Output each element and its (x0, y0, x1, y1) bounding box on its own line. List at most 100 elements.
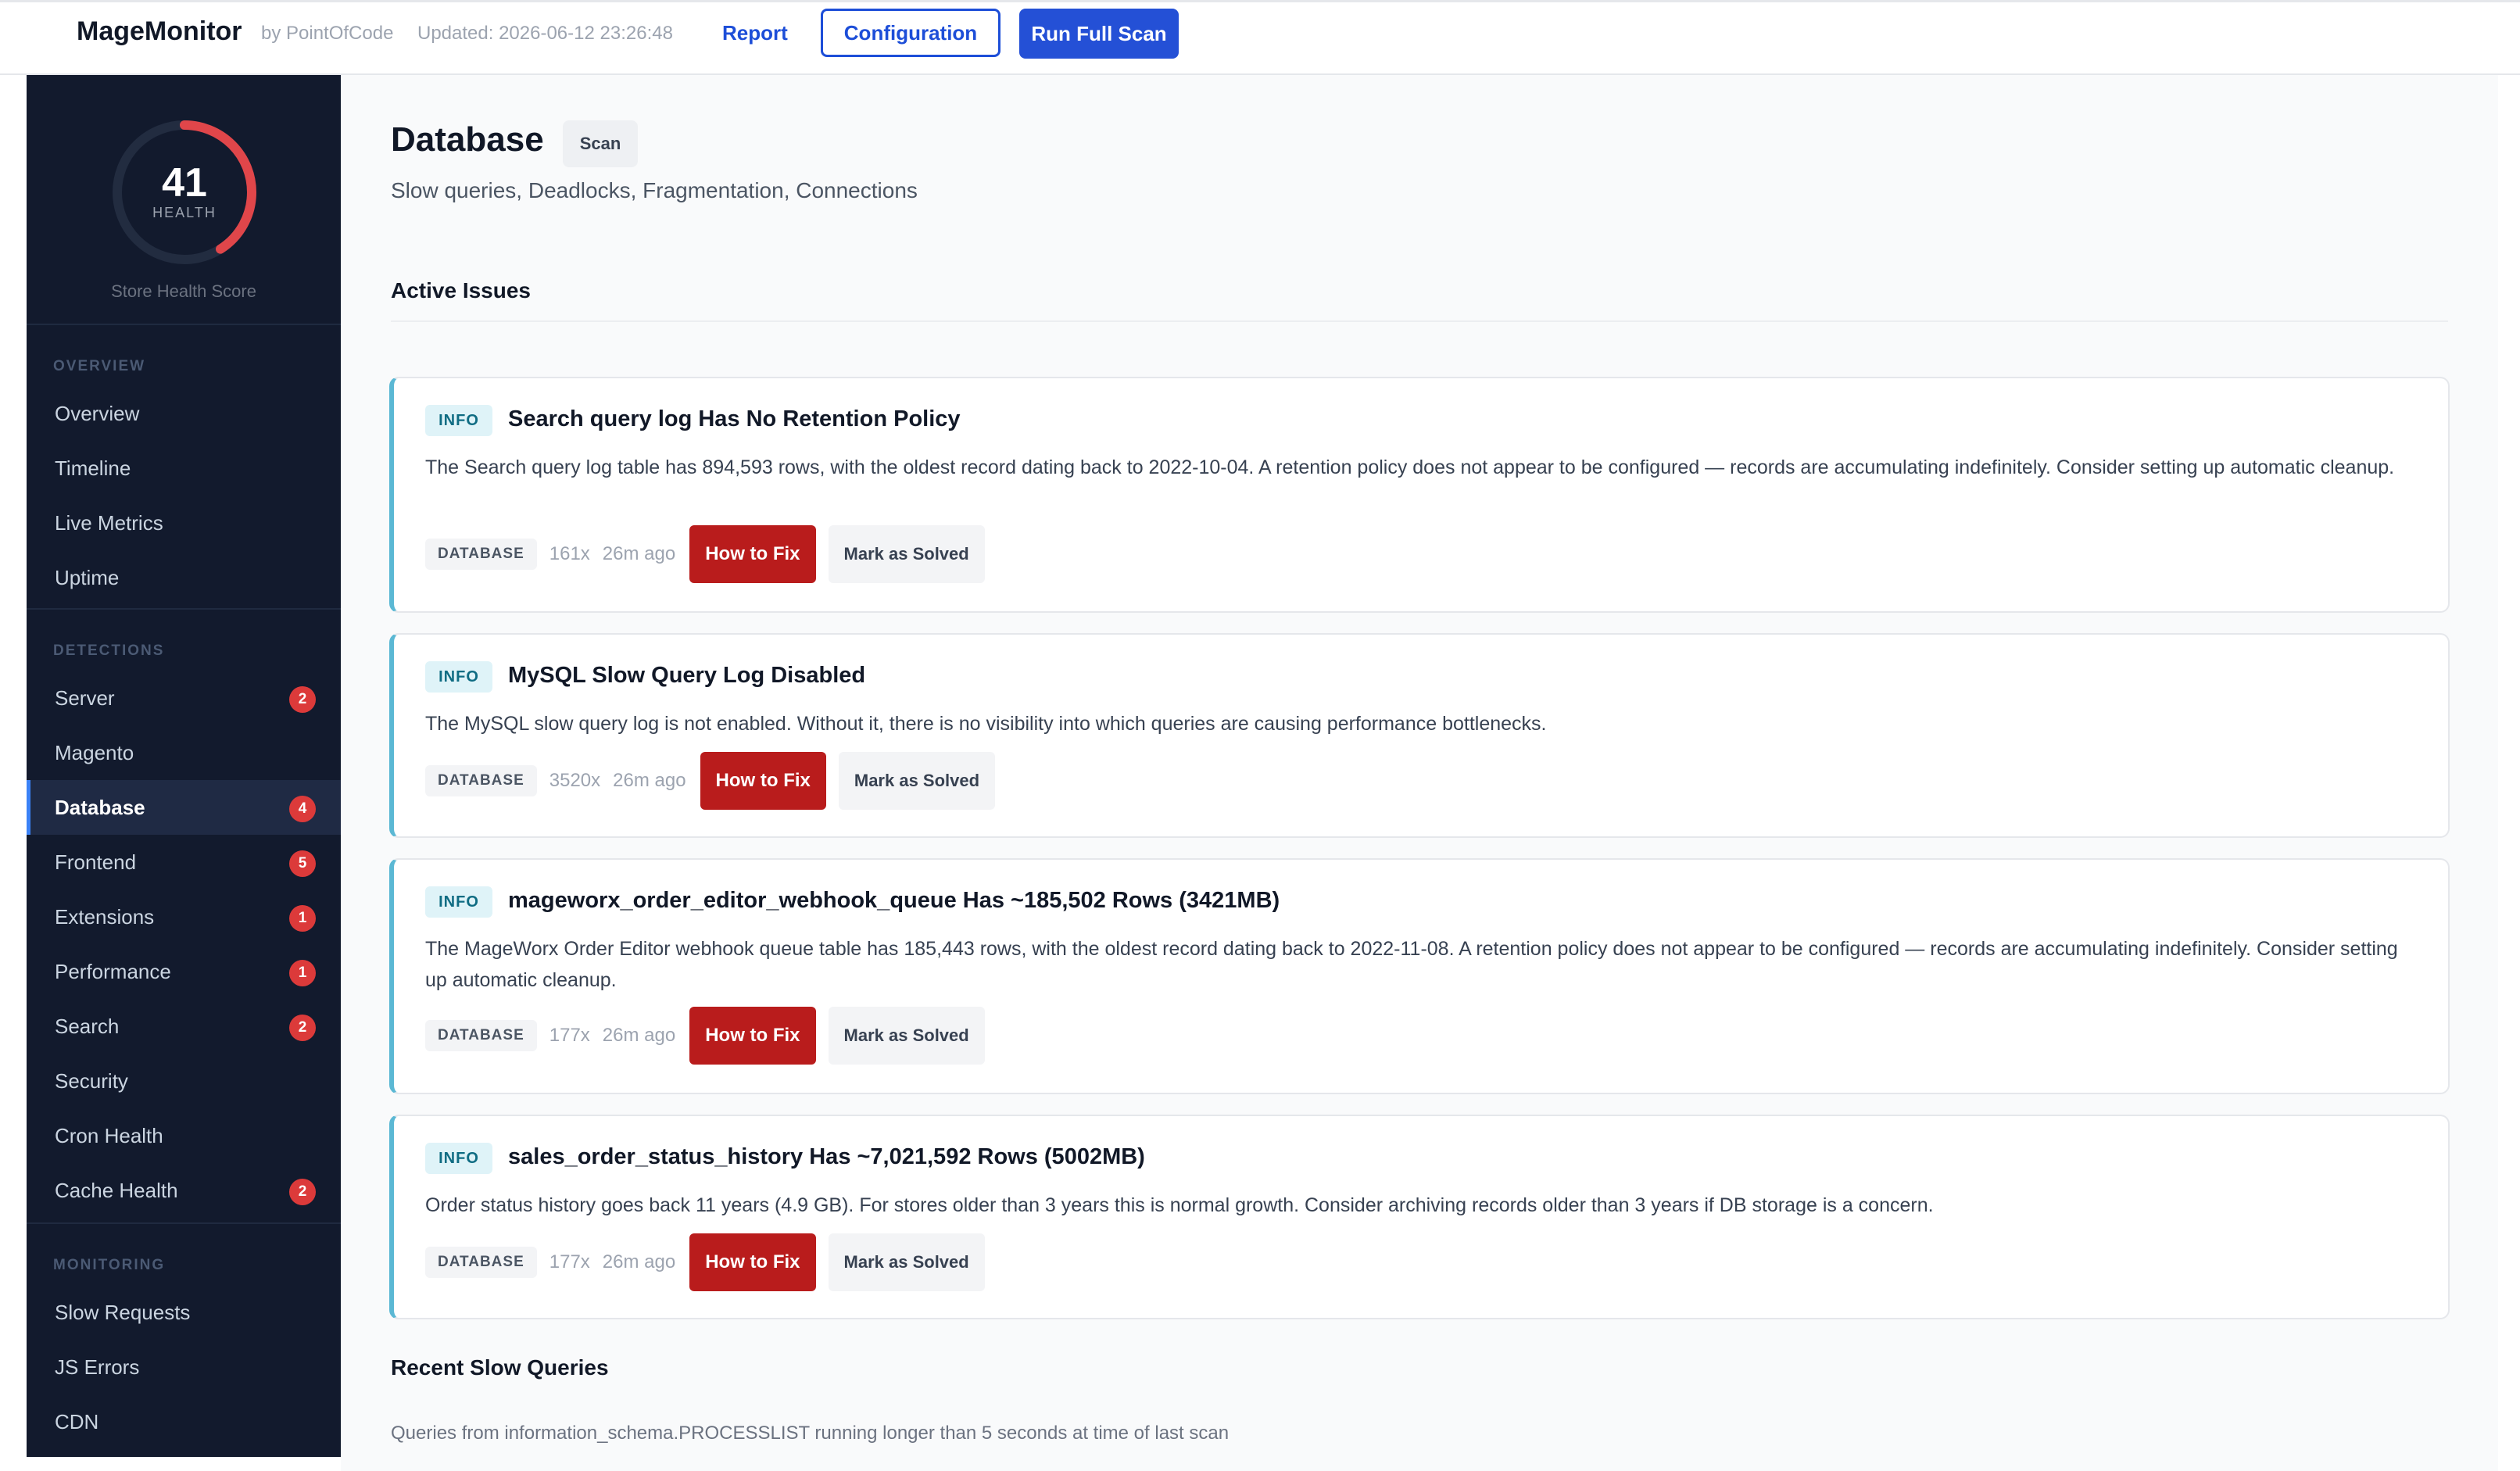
sidebar-item-overview[interactable]: Overview (27, 386, 341, 441)
sidebar-item-label: Database (55, 795, 145, 819)
sidebar-item-label: Overview (55, 401, 140, 425)
issue-description: The Search query log table has 894,593 r… (425, 456, 2395, 478)
sidebar-item-uptime[interactable]: Uptime (27, 550, 341, 605)
sidebar-item-label: Cache Health (55, 1178, 178, 1202)
sidebar-item-slow-requests[interactable]: Slow Requests (27, 1285, 341, 1340)
sidebar-item-extensions[interactable]: Extensions 1 (27, 889, 341, 944)
sidebar-item-performance[interactable]: Performance 1 (27, 944, 341, 999)
recent-slow-queries-heading: Recent Slow Queries (391, 1355, 609, 1380)
sidebar-divider (27, 1222, 341, 1224)
sidebar-item-label: Live Metrics (55, 510, 163, 535)
sidebar-item-label: Performance (55, 959, 171, 983)
sidebar-item-cdn[interactable]: CDN (27, 1394, 341, 1449)
section-divider (391, 320, 2448, 322)
count-badge: 2 (289, 1179, 316, 1205)
scan-tag[interactable]: Scan (563, 120, 638, 167)
section-title-monitoring: MONITORING (53, 1257, 166, 1273)
sidebar-item-label: Server (55, 685, 115, 710)
mark-as-solved-button[interactable]: Mark as Solved (828, 1233, 985, 1291)
sidebar-divider (27, 324, 341, 325)
category-chip: DATABASE (425, 539, 537, 570)
report-link[interactable]: Report (722, 21, 788, 45)
issue-title: sales_order_status_history Has ~7,021,59… (508, 1144, 1145, 1169)
occurrence-count: 161x (549, 543, 590, 564)
health-label: HEALTH (152, 205, 217, 220)
issue-title: MySQL Slow Query Log Disabled (508, 663, 866, 688)
sidebar-item-label: Security (55, 1068, 128, 1093)
last-updated: Updated: 2026-06-12 23:26:48 (417, 23, 673, 44)
sidebar-item-timeline[interactable]: Timeline (27, 441, 341, 496)
sidebar-item-label: JS Errors (55, 1355, 140, 1379)
how-to-fix-button[interactable]: How to Fix (689, 1233, 816, 1291)
count-badge: 1 (289, 905, 316, 932)
severity-badge: INFO (425, 405, 492, 436)
sidebar-item-label: Uptime (55, 565, 120, 589)
occurrence-count: 177x (549, 1025, 590, 1046)
severity-badge: INFO (425, 886, 492, 918)
section-title-detections: DETECTIONS (53, 642, 165, 659)
sidebar-item-frontend[interactable]: Frontend 5 (27, 835, 341, 889)
sidebar-item-js-errors[interactable]: JS Errors (27, 1340, 341, 1394)
sidebar-item-label: Timeline (55, 456, 131, 480)
page-title: Database (391, 120, 544, 159)
recent-slow-queries-note: Queries from information_schema.PROCESSL… (391, 1423, 1230, 1444)
sidebar-item-search[interactable]: Search 2 (27, 999, 341, 1054)
issue-card: INFO MySQL Slow Query Log Disabled The M… (389, 633, 2450, 838)
issue-description: Order status history goes back 11 years … (425, 1194, 1934, 1216)
sidebar-item-label: Search (55, 1014, 120, 1038)
active-issues-heading: Active Issues (391, 278, 531, 302)
how-to-fix-button[interactable]: How to Fix (689, 525, 816, 583)
health-score: 41 (162, 160, 207, 206)
issue-meta: DATABASE 3520x 26m ago How to Fix Mark a… (425, 752, 996, 810)
issue-meta: DATABASE 161x 26m ago How to Fix Mark as… (425, 525, 985, 583)
page-subtitle: Slow queries, Deadlocks, Fragmentation, … (391, 178, 918, 202)
sidebar-item-label: Cron Health (55, 1123, 163, 1147)
main-content: Database Scan Slow queries, Deadlocks, F… (341, 75, 2498, 1471)
count-badge: 1 (289, 960, 316, 986)
sidebar-item-label: Magento (55, 740, 134, 764)
sidebar-item-database[interactable]: Database 4 (27, 780, 341, 835)
sidebar-item-cache-health[interactable]: Cache Health 2 (27, 1163, 341, 1218)
sidebar-item-label: CDN (55, 1409, 99, 1433)
how-to-fix-button[interactable]: How to Fix (700, 752, 826, 810)
timestamp: 26m ago (602, 543, 676, 564)
mark-as-solved-button[interactable]: Mark as Solved (838, 752, 996, 810)
issue-title: mageworx_order_editor_webhook_queue Has … (508, 888, 1280, 913)
top-bar: MageMonitor by PointOfCode Updated: 2026… (0, 0, 2520, 75)
sidebar-item-label: Slow Requests (55, 1300, 191, 1324)
issue-meta: DATABASE 177x 26m ago How to Fix Mark as… (425, 1233, 985, 1291)
occurrence-count: 177x (549, 1251, 590, 1272)
sidebar: 41 HEALTH Store Health Score OVERVIEW Ov… (27, 75, 341, 1457)
section-title-overview: OVERVIEW (53, 358, 146, 374)
category-chip: DATABASE (425, 765, 537, 796)
severity-badge: INFO (425, 661, 492, 693)
sidebar-item-label: Extensions (55, 904, 155, 929)
timestamp: 26m ago (613, 770, 686, 791)
timestamp: 26m ago (602, 1025, 676, 1046)
sidebar-item-server[interactable]: Server 2 (27, 671, 341, 725)
app-byline: by PointOfCode (261, 23, 394, 44)
category-chip: DATABASE (425, 1247, 537, 1278)
severity-badge: INFO (425, 1143, 492, 1174)
issue-description: The MySQL slow query log is not enabled.… (425, 713, 1547, 735)
sidebar-item-magento[interactable]: Magento (27, 725, 341, 780)
configuration-button[interactable]: Configuration (821, 9, 1000, 57)
occurrence-count: 3520x (549, 770, 601, 791)
issue-title: Search query log Has No Retention Policy (508, 406, 961, 431)
sidebar-divider (27, 608, 341, 610)
sidebar-item-cron-health[interactable]: Cron Health (27, 1108, 341, 1163)
issue-meta: DATABASE 177x 26m ago How to Fix Mark as… (425, 1007, 985, 1065)
sidebar-item-label: Frontend (55, 850, 137, 874)
issue-card: INFO mageworx_order_editor_webhook_queue… (389, 858, 2450, 1094)
count-badge: 5 (289, 850, 316, 877)
sidebar-item-live-metrics[interactable]: Live Metrics (27, 496, 341, 550)
sidebar-item-security[interactable]: Security (27, 1054, 341, 1108)
category-chip: DATABASE (425, 1020, 537, 1051)
how-to-fix-button[interactable]: How to Fix (689, 1007, 816, 1065)
mark-as-solved-button[interactable]: Mark as Solved (828, 525, 985, 583)
count-badge: 2 (289, 686, 316, 713)
count-badge: 4 (289, 796, 316, 822)
mark-as-solved-button[interactable]: Mark as Solved (828, 1007, 985, 1065)
run-full-scan-button[interactable]: Run Full Scan (1019, 9, 1179, 59)
health-caption: Store Health Score (111, 281, 256, 301)
